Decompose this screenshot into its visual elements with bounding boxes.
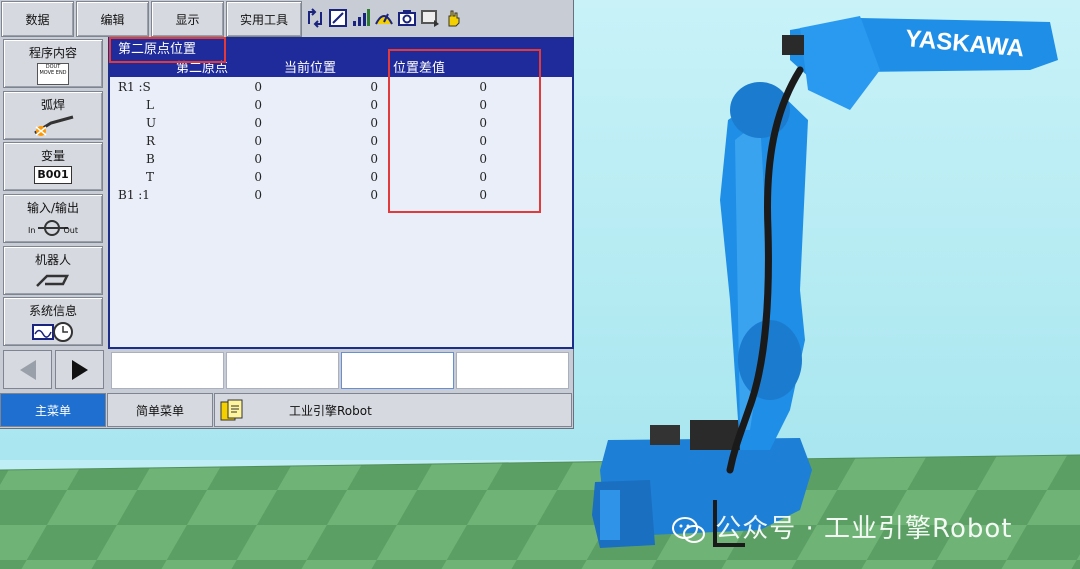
teach-pendant-panel: 数据 编辑 显示 实用工具 程序内容 DOUT MOVE END 弧焊 变量 B… bbox=[0, 0, 574, 429]
position-diff-value: 0 bbox=[479, 116, 487, 130]
table-row: T 0 0 0 bbox=[110, 168, 572, 186]
speed-icon[interactable] bbox=[374, 7, 394, 29]
current-position-value: 0 bbox=[370, 98, 378, 112]
sidebar-item-label: 程序内容 bbox=[28, 46, 77, 60]
table-row: U 0 0 0 bbox=[110, 114, 572, 132]
second-home-value: 0 bbox=[254, 116, 262, 130]
io-out-text: Out bbox=[63, 226, 78, 235]
monitor-icon[interactable] bbox=[420, 7, 440, 29]
axis-label: R1 :S bbox=[118, 80, 151, 94]
menu-edit[interactable]: 编辑 bbox=[76, 1, 149, 37]
status-message-bar: 工业引擎Robot bbox=[214, 393, 572, 427]
robot-icon bbox=[33, 270, 73, 290]
sidebar-item-label: 系统信息 bbox=[28, 304, 77, 318]
sidebar-item-robot[interactable]: 机器人 bbox=[3, 246, 103, 295]
sidebar-item-system-info[interactable]: 系统信息 bbox=[3, 297, 103, 346]
menu-utility[interactable]: 实用工具 bbox=[226, 1, 302, 37]
sidebar-item-label: 弧焊 bbox=[40, 98, 65, 112]
signal-icon[interactable] bbox=[351, 7, 371, 29]
wechat-icon bbox=[672, 515, 706, 545]
arc-welding-icon bbox=[31, 115, 75, 137]
status-toolbar bbox=[305, 3, 463, 33]
second-home-value: 0 bbox=[254, 170, 262, 184]
axis-label: B1 :1 bbox=[118, 188, 150, 202]
softkey-2[interactable] bbox=[226, 352, 339, 389]
softkey-4[interactable] bbox=[456, 352, 569, 389]
sidebar-item-program-content[interactable]: 程序内容 DOUT MOVE END bbox=[3, 39, 103, 88]
second-home-value: 0 bbox=[254, 80, 262, 94]
column-header-row: 第二原点 当前位置 位置差值 bbox=[110, 60, 572, 77]
simple-menu-button[interactable]: 简单菜单 bbox=[107, 393, 213, 427]
softkey-1[interactable] bbox=[111, 352, 224, 389]
current-position-value: 0 bbox=[370, 170, 378, 184]
axis-label: U bbox=[146, 116, 157, 130]
current-position-value: 0 bbox=[370, 80, 378, 94]
second-home-value: 0 bbox=[254, 188, 262, 202]
axis-label: B bbox=[146, 152, 155, 166]
watermark: 公众号 · 工业引擎Robot bbox=[672, 508, 1012, 545]
table-row: L 0 0 0 bbox=[110, 96, 572, 114]
arrow-left-icon bbox=[19, 359, 36, 380]
program-content-icon-text: DOUT MOVE END bbox=[39, 64, 67, 76]
table-row: B1 :1 0 0 0 bbox=[110, 186, 572, 204]
sidebar-item-variable[interactable]: 变量 B001 bbox=[3, 142, 103, 191]
window-title-bar: 第二原点位置 bbox=[110, 39, 572, 60]
current-position-value: 0 bbox=[370, 134, 378, 148]
current-position-value: 0 bbox=[370, 116, 378, 130]
position-diff-value: 0 bbox=[479, 134, 487, 148]
second-home-position-window: 第二原点位置 第二原点 当前位置 位置差值 R1 :S 0 0 0 L 0 0 … bbox=[108, 37, 574, 349]
sidebar-item-arc-welding[interactable]: 弧焊 bbox=[3, 91, 103, 140]
watermark-text: 公众号 · 工业引擎Robot bbox=[715, 514, 1013, 544]
menu-display[interactable]: 显示 bbox=[151, 1, 224, 37]
hand-icon[interactable] bbox=[443, 7, 463, 29]
page-next-button[interactable] bbox=[55, 350, 104, 389]
arrow-right-icon bbox=[71, 359, 88, 380]
status-message-text: 工业引擎Robot bbox=[289, 403, 372, 418]
axis-label: R bbox=[146, 134, 156, 148]
column-header-position-diff: 位置差值 bbox=[393, 61, 446, 76]
menu-data[interactable]: 数据 bbox=[1, 1, 74, 37]
second-home-value: 0 bbox=[254, 134, 262, 148]
position-diff-value: 0 bbox=[479, 188, 487, 202]
position-diff-value: 0 bbox=[479, 152, 487, 166]
axis-label: L bbox=[146, 98, 154, 112]
bottom-bar: 主菜单 简单菜单 工业引擎Robot bbox=[0, 393, 573, 427]
camera-icon[interactable] bbox=[397, 7, 417, 29]
position-diff-value: 0 bbox=[479, 80, 487, 94]
column-header-current-position: 当前位置 bbox=[284, 61, 337, 76]
current-position-value: 0 bbox=[370, 188, 378, 202]
softkey-3[interactable] bbox=[341, 352, 454, 389]
second-home-value: 0 bbox=[254, 152, 262, 166]
io-in-text: In bbox=[28, 226, 36, 235]
main-menu-button[interactable]: 主菜单 bbox=[0, 393, 106, 427]
program-content-icon: DOUT MOVE END bbox=[37, 63, 69, 85]
variable-icon-text: B001 bbox=[37, 168, 69, 181]
position-diff-value: 0 bbox=[479, 170, 487, 184]
current-position-value: 0 bbox=[370, 152, 378, 166]
io-icon: In Out bbox=[28, 218, 78, 238]
sidebar-item-label: 机器人 bbox=[34, 253, 71, 267]
axis-label: T bbox=[146, 170, 155, 184]
table-row: R1 :S 0 0 0 bbox=[110, 78, 572, 96]
table-row: R 0 0 0 bbox=[110, 132, 572, 150]
sidebar-item-label: 输入/输出 bbox=[26, 201, 80, 215]
sidebar-item-label: 变量 bbox=[40, 149, 65, 163]
sidebar-item-io[interactable]: 输入/输出 In Out bbox=[3, 194, 103, 243]
position-diff-value: 0 bbox=[479, 98, 487, 112]
variable-icon: B001 bbox=[34, 166, 72, 184]
edit-icon[interactable] bbox=[328, 7, 348, 29]
page-prev-button[interactable] bbox=[3, 350, 52, 389]
system-info-icon bbox=[31, 321, 75, 343]
cycle-icon[interactable] bbox=[305, 7, 325, 29]
second-home-value: 0 bbox=[254, 98, 262, 112]
message-icon bbox=[219, 398, 245, 422]
window-title: 第二原点位置 bbox=[118, 42, 197, 57]
column-header-second-home: 第二原点 bbox=[176, 61, 229, 76]
table-row: B 0 0 0 bbox=[110, 150, 572, 168]
